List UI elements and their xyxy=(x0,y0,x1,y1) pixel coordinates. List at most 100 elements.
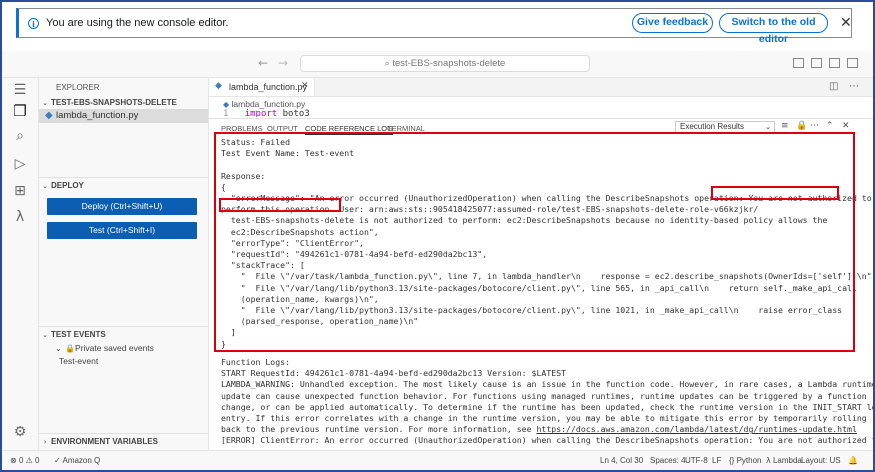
chevron-right-icon: › xyxy=(43,438,47,446)
divider xyxy=(39,326,208,327)
braces-icon: {} xyxy=(729,456,735,465)
project-section[interactable]: ⌄ TEST-EBS-SNAPSHOTS-DELETE xyxy=(39,98,208,107)
switch-editor-button[interactable]: Switch to the old editor xyxy=(719,13,828,45)
python-file-icon: ◆ xyxy=(223,100,230,109)
project-title: TEST-EBS-SNAPSHOTS-DELETE xyxy=(51,98,177,107)
activity-bar: ☰ ❐ ⌕ ▷ ⊞ λ ⚙ xyxy=(2,78,39,450)
error-highlight-box xyxy=(711,186,839,200)
lambda-icon: λ xyxy=(766,456,771,465)
deploy-section[interactable]: ⌄ DEPLOY xyxy=(39,181,208,190)
customize-layout-icon[interactable] xyxy=(847,58,858,68)
code-text: boto3 xyxy=(282,109,310,117)
arrow-right-icon[interactable]: → xyxy=(278,56,288,70)
response-highlight-box xyxy=(214,132,855,352)
lock-icon: 🔒 xyxy=(65,344,75,353)
chevron-down-icon: ⌄ xyxy=(42,99,48,107)
filter-icon[interactable]: ≡ xyxy=(781,121,789,131)
warning-count: 0 xyxy=(35,456,40,465)
log-line: LAMBDA_WARNING: Unhandled exception. The… xyxy=(221,379,875,390)
lambda-status[interactable]: λ Lambda xyxy=(766,456,802,465)
divider xyxy=(39,177,208,178)
error-highlight-box xyxy=(219,198,341,212)
amazon-q-item[interactable]: ✓ Amazon Q xyxy=(54,456,100,465)
code-line[interactable]: 1 import boto3 xyxy=(223,109,310,117)
gear-icon[interactable]: ⚙ xyxy=(2,424,38,440)
language-label: Python xyxy=(736,456,762,465)
menu-icon[interactable]: ☰ xyxy=(2,82,38,98)
bell-icon[interactable]: 🔔 xyxy=(848,456,858,465)
python-file-icon: ◆ xyxy=(215,81,222,91)
line-ending[interactable]: LF xyxy=(712,456,721,465)
file-label: lambda_function.py xyxy=(56,110,139,121)
deploy-section-title: DEPLOY xyxy=(51,181,84,190)
extensions-icon[interactable]: ⊞ xyxy=(2,183,38,199)
problems-indicator[interactable]: ⊗ 0 ⚠ 0 xyxy=(10,456,39,465)
toggle-sidebar-icon[interactable] xyxy=(793,58,804,68)
log-line: change, or can be applied automatically.… xyxy=(221,401,875,412)
close-icon[interactable]: ✕ xyxy=(840,13,852,33)
select-value: Execution Results xyxy=(680,122,745,131)
lambda-label: Lambda xyxy=(772,456,802,465)
env-variables-section[interactable]: › ENVIRONMENT VARIABLES xyxy=(39,437,208,446)
cursor-position[interactable]: Ln 4, Col 30 xyxy=(600,456,643,465)
test-events-section[interactable]: ⌄ TEST EVENTS xyxy=(39,330,208,339)
test-button[interactable]: Test (Ctrl+Shift+I) xyxy=(47,222,197,239)
lock-icon[interactable]: 🔒 xyxy=(796,121,807,131)
code-keyword: import xyxy=(244,109,278,117)
toggle-secondary-sidebar-icon[interactable] xyxy=(829,58,840,68)
editor-area: ◆ lambda_function.py ✕ ◫ ⋯ ◆ lambda_func… xyxy=(209,78,873,451)
command-center[interactable]: ⌕ test-EBS-snapshots-delete xyxy=(300,55,590,72)
search-icon: ⌕ xyxy=(384,59,390,69)
log-line: [ERROR] ClientError: An error occurred (… xyxy=(221,435,875,446)
log-line: START RequestId: 494261c1-0781-4a94-befd… xyxy=(221,368,567,379)
language-mode[interactable]: {} Python xyxy=(729,456,761,465)
warning-icon: ⚠ xyxy=(25,456,33,465)
check-icon: ✓ xyxy=(54,456,61,465)
chevron-down-icon: ⌄ xyxy=(55,344,62,353)
test-events-title: TEST EVENTS xyxy=(51,330,106,339)
runtime-docs-link[interactable]: https://docs.aws.amazon.com/lambda/lates… xyxy=(536,424,856,434)
bottom-panel: PROBLEMS OUTPUT CODE REFERENCE LOG TERMI… xyxy=(209,118,873,451)
arrow-left-icon[interactable]: ← xyxy=(258,56,268,70)
private-events-label: Private saved events xyxy=(75,343,154,353)
log-line: update can cause unexpected function beh… xyxy=(221,390,867,401)
line-number: 1 xyxy=(223,109,229,117)
breadcrumb-file: lambda_function.py xyxy=(231,99,306,109)
status-bar: ⊗ 0 ⚠ 0 ✓ Amazon Q Ln 4, Col 30 Spaces: … xyxy=(2,450,873,470)
close-icon[interactable]: ✕ xyxy=(842,121,850,131)
keyboard-layout[interactable]: Layout: US xyxy=(801,456,841,465)
editor-tabs: ◆ lambda_function.py ✕ ◫ ⋯ xyxy=(209,78,873,97)
divider xyxy=(39,433,208,434)
encoding[interactable]: UTF-8 xyxy=(685,456,708,465)
file-item-lambda-function[interactable]: ◆ lambda_function.py xyxy=(39,109,208,123)
tab-label: lambda_function.py xyxy=(229,82,308,92)
indentation[interactable]: Spaces: 4 xyxy=(650,456,686,465)
breadcrumb[interactable]: ◆ lambda_function.py xyxy=(223,99,305,109)
run-debug-icon[interactable]: ▷ xyxy=(2,156,38,172)
split-editor-icon[interactable]: ◫ xyxy=(829,81,838,92)
chevron-down-icon: ⌄ xyxy=(42,182,48,190)
amazon-q-label: Amazon Q xyxy=(62,456,101,465)
chevron-up-icon[interactable]: ⌃ xyxy=(826,121,834,131)
error-count: 0 xyxy=(18,456,24,465)
search-icon[interactable]: ⌕ xyxy=(2,128,38,144)
lambda-icon[interactable]: λ xyxy=(2,209,38,225)
info-icon: i xyxy=(28,18,39,29)
toggle-panel-icon[interactable] xyxy=(811,58,822,68)
private-events-group[interactable]: ⌄ 🔒Private saved events xyxy=(55,343,154,353)
more-icon[interactable]: ⋯ xyxy=(849,81,859,92)
give-feedback-button[interactable]: Give feedback xyxy=(632,13,713,33)
tab-lambda-function[interactable]: ◆ lambda_function.py ✕ xyxy=(209,78,315,96)
test-event-item[interactable]: Test-event xyxy=(59,356,98,366)
close-icon[interactable]: ✕ xyxy=(301,81,309,91)
more-icon[interactable]: ⋯ xyxy=(810,121,819,131)
deploy-button[interactable]: Deploy (Ctrl+Shift+U) xyxy=(47,198,197,215)
banner-message: You are using the new console editor. xyxy=(46,17,229,29)
title-bar: ← → ⌕ test-EBS-snapshots-delete xyxy=(2,51,873,78)
logs-label: Function Logs: xyxy=(221,357,291,367)
explorer-icon[interactable]: ❐ xyxy=(2,102,38,120)
info-banner: i You are using the new console editor. … xyxy=(16,8,852,45)
chevron-down-icon: ⌄ xyxy=(42,331,48,339)
error-icon: ⊗ xyxy=(10,456,17,465)
chevron-down-icon: ⌄ xyxy=(765,123,771,131)
